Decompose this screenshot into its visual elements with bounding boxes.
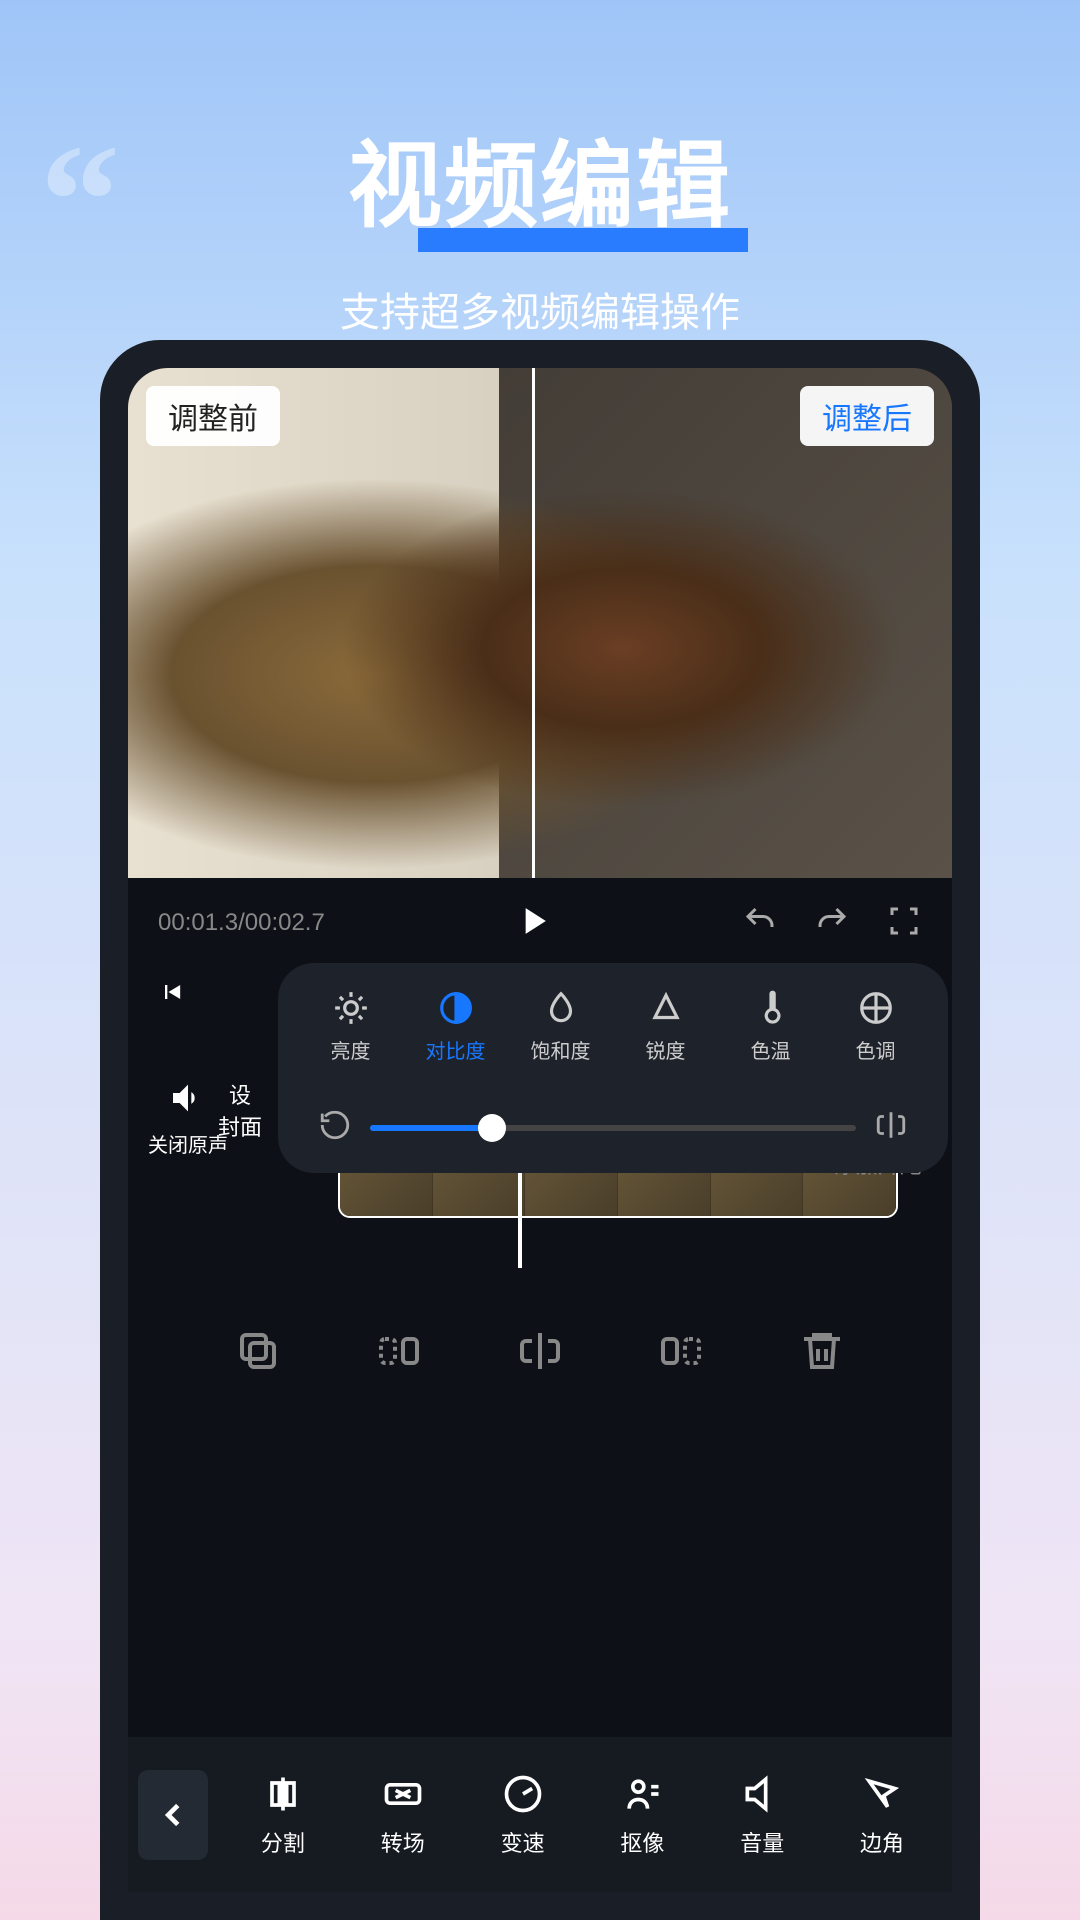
adjust-label: 锐度 xyxy=(646,1035,686,1064)
adjust-saturation[interactable]: 饱和度 xyxy=(521,989,601,1064)
bottom-toolbar: 分割 转场 变速 抠像 音量 xyxy=(128,1737,952,1892)
video-preview[interactable]: 调整前 调整后 xyxy=(128,368,952,878)
adjust-label: 色调 xyxy=(856,1035,896,1064)
mute-button[interactable] xyxy=(148,1078,228,1123)
tool-cutout[interactable]: 抠像 xyxy=(620,1772,664,1858)
current-time: 00:01.3 xyxy=(158,909,238,936)
tool-label: 抠像 xyxy=(620,1826,664,1858)
compare-divider[interactable] xyxy=(532,368,535,878)
adjust-label: 色温 xyxy=(751,1035,791,1064)
page-title: 视频编辑 xyxy=(348,110,732,246)
mirror-icon[interactable] xyxy=(516,1327,564,1380)
after-badge: 调整后 xyxy=(800,386,934,446)
play-button[interactable] xyxy=(511,899,555,948)
tool-label: 转场 xyxy=(381,1826,425,1858)
slider-thumb[interactable] xyxy=(478,1114,506,1142)
adjust-brightness[interactable]: 亮度 xyxy=(311,989,391,1064)
tool-label: 分割 xyxy=(261,1826,305,1858)
back-button[interactable] xyxy=(138,1770,208,1860)
set-cover-button[interactable]: 设 封面 xyxy=(218,1078,262,1142)
mid-toolbar xyxy=(128,1288,952,1418)
redo-icon[interactable] xyxy=(814,903,850,944)
tool-label: 变速 xyxy=(501,1826,545,1858)
tool-corner[interactable]: 边角 xyxy=(860,1772,904,1858)
adjust-contrast[interactable]: 对比度 xyxy=(416,989,496,1064)
adjust-panel: 亮度 对比度 饱和度 锐度 色温 xyxy=(278,963,948,1173)
split-right-icon[interactable] xyxy=(657,1327,705,1380)
tool-label: 边角 xyxy=(860,1826,904,1858)
adjust-label: 对比度 xyxy=(426,1035,486,1064)
adjust-sharpness[interactable]: 锐度 xyxy=(626,989,706,1064)
tool-speed[interactable]: 变速 xyxy=(501,1772,545,1858)
page-subtitle: 支持超多视频编辑操作 xyxy=(0,280,1080,338)
copy-icon[interactable] xyxy=(234,1327,282,1380)
adjust-label: 亮度 xyxy=(331,1035,371,1064)
reset-icon[interactable] xyxy=(318,1108,352,1147)
slider-fill xyxy=(370,1125,492,1131)
quote-decoration: “ xyxy=(40,160,120,240)
time-display: 00:01.3/00:02.7 xyxy=(158,909,325,937)
adjust-temperature[interactable]: 色温 xyxy=(731,989,811,1064)
compare-icon[interactable] xyxy=(874,1108,908,1147)
tool-volume[interactable]: 音量 xyxy=(740,1772,784,1858)
adjust-label: 饱和度 xyxy=(531,1035,591,1064)
adjust-tint[interactable]: 色调 xyxy=(836,989,916,1064)
playback-bar: 00:01.3/00:02.7 xyxy=(128,878,952,968)
tool-transition[interactable]: 转场 xyxy=(381,1772,425,1858)
mute-label: 关闭原声 xyxy=(148,1129,228,1158)
tool-split[interactable]: 分割 xyxy=(261,1772,305,1858)
undo-icon[interactable] xyxy=(742,903,778,944)
split-left-icon[interactable] xyxy=(375,1327,423,1380)
skip-start-icon[interactable] xyxy=(158,978,186,1011)
adjust-slider[interactable] xyxy=(370,1125,856,1131)
screen: 调整前 调整后 00:01.3/00:02.7 xyxy=(128,368,952,1892)
total-time: 00:02.7 xyxy=(245,909,325,936)
fullscreen-icon[interactable] xyxy=(886,903,922,944)
delete-icon[interactable] xyxy=(798,1327,846,1380)
device-frame: 调整前 调整后 00:01.3/00:02.7 xyxy=(100,340,980,1920)
tool-label: 音量 xyxy=(740,1826,784,1858)
before-badge: 调整前 xyxy=(146,386,280,446)
